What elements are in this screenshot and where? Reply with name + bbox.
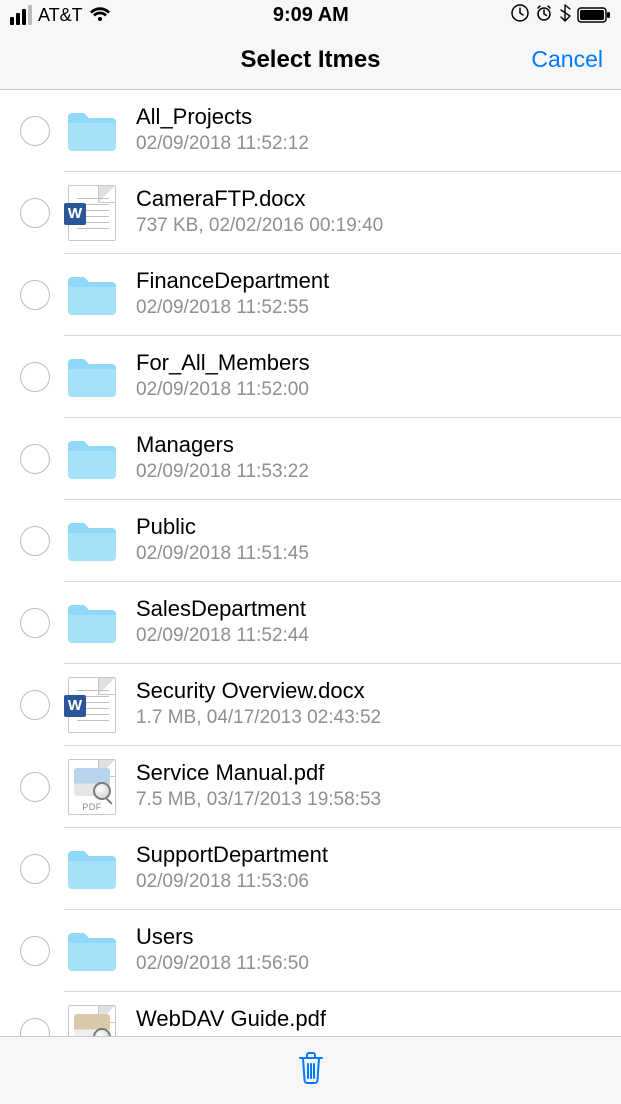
list-item[interactable]: FinanceDepartment02/09/2018 11:52:55: [0, 254, 621, 335]
nav-bar: Select Itmes Cancel: [0, 30, 621, 90]
trash-button[interactable]: [296, 1050, 326, 1091]
folder-icon: [66, 104, 118, 158]
item-subtitle: 02/09/2018 11:56:50: [136, 952, 309, 977]
select-checkbox[interactable]: [20, 608, 50, 638]
list-item[interactable]: W CameraFTP.docx737 KB, 02/02/2016 00:19:…: [0, 172, 621, 253]
item-subtitle: 02/09/2018 11:52:55: [136, 296, 329, 321]
cancel-button[interactable]: Cancel: [531, 46, 603, 73]
item-list[interactable]: All_Projects02/09/2018 11:52:12 W CameraFT…: [0, 90, 621, 1036]
item-text: SalesDepartment02/09/2018 11:52:44: [136, 596, 309, 649]
item-text: WebDAV Guide.pdf25.3 MB, 03/17/2013 19:5…: [136, 1006, 392, 1036]
list-item[interactable]: W Security Overview.docx1.7 MB, 04/17/201…: [0, 664, 621, 745]
item-name: For_All_Members: [136, 350, 310, 376]
item-text: Service Manual.pdf7.5 MB, 03/17/2013 19:…: [136, 760, 381, 813]
item-name: FinanceDepartment: [136, 268, 329, 294]
list-item[interactable]: SupportDepartment02/09/2018 11:53:06: [0, 828, 621, 909]
item-text: Managers02/09/2018 11:53:22: [136, 432, 309, 485]
status-time: 9:09 AM: [273, 4, 349, 27]
page-title: Select Itmes: [240, 46, 380, 74]
folder-icon: [66, 924, 118, 978]
list-item[interactable]: Users02/09/2018 11:56:50: [0, 910, 621, 991]
item-name: CameraFTP.docx: [136, 186, 383, 212]
folder-icon: [66, 268, 118, 322]
list-item[interactable]: For_All_Members02/09/2018 11:52:00: [0, 336, 621, 417]
item-name: Public: [136, 514, 309, 540]
list-item[interactable]: PDF Service Manual.pdf7.5 MB, 03/17/2013 …: [0, 746, 621, 827]
select-checkbox[interactable]: [20, 362, 50, 392]
item-subtitle: 02/09/2018 11:53:22: [136, 460, 309, 485]
alarm-icon: [535, 4, 553, 27]
item-subtitle: 02/09/2018 11:52:00: [136, 378, 310, 403]
select-checkbox[interactable]: [20, 526, 50, 556]
item-text: FinanceDepartment02/09/2018 11:52:55: [136, 268, 329, 321]
item-name: Users: [136, 924, 309, 950]
carrier-label: AT&T: [38, 5, 83, 26]
wifi-icon: [89, 7, 111, 23]
select-checkbox[interactable]: [20, 690, 50, 720]
item-text: CameraFTP.docx737 KB, 02/02/2016 00:19:4…: [136, 186, 383, 239]
item-name: Managers: [136, 432, 309, 458]
item-text: SupportDepartment02/09/2018 11:53:06: [136, 842, 328, 895]
item-text: All_Projects02/09/2018 11:52:12: [136, 104, 309, 157]
list-item[interactable]: Public02/09/2018 11:51:45: [0, 500, 621, 581]
item-subtitle: 02/09/2018 11:52:12: [136, 132, 309, 157]
folder-icon: [66, 432, 118, 486]
select-checkbox[interactable]: [20, 772, 50, 802]
item-subtitle: 737 KB, 02/02/2016 00:19:40: [136, 214, 383, 239]
item-name: All_Projects: [136, 104, 309, 130]
item-name: Security Overview.docx: [136, 678, 381, 704]
item-subtitle: 7.5 MB, 03/17/2013 19:58:53: [136, 788, 381, 813]
pdf-icon: PDF: [66, 760, 118, 814]
word-doc-icon: W: [66, 186, 118, 240]
item-text: Security Overview.docx1.7 MB, 04/17/2013…: [136, 678, 381, 731]
item-name: WebDAV Guide.pdf: [136, 1006, 392, 1032]
item-text: Public02/09/2018 11:51:45: [136, 514, 309, 567]
item-text: Users02/09/2018 11:56:50: [136, 924, 309, 977]
status-right: [511, 4, 611, 27]
item-subtitle: 02/09/2018 11:51:45: [136, 542, 309, 567]
status-left: AT&T: [10, 5, 111, 26]
select-checkbox[interactable]: [20, 854, 50, 884]
signal-icon: [10, 5, 32, 25]
pdf-icon: PDF: [66, 1006, 118, 1037]
bottom-toolbar: [0, 1036, 621, 1104]
item-name: SalesDepartment: [136, 596, 309, 622]
select-checkbox[interactable]: [20, 936, 50, 966]
item-name: Service Manual.pdf: [136, 760, 381, 786]
select-checkbox[interactable]: [20, 280, 50, 310]
folder-icon: [66, 842, 118, 896]
item-name: SupportDepartment: [136, 842, 328, 868]
bluetooth-icon: [559, 4, 571, 27]
list-item[interactable]: All_Projects02/09/2018 11:52:12: [0, 90, 621, 171]
folder-icon: [66, 514, 118, 568]
item-text: For_All_Members02/09/2018 11:52:00: [136, 350, 310, 403]
select-checkbox[interactable]: [20, 444, 50, 474]
list-item[interactable]: Managers02/09/2018 11:53:22: [0, 418, 621, 499]
folder-icon: [66, 596, 118, 650]
list-item[interactable]: PDF WebDAV Guide.pdf25.3 MB, 03/17/2013 1…: [0, 992, 621, 1036]
item-subtitle: 1.7 MB, 04/17/2013 02:43:52: [136, 706, 381, 731]
battery-icon: [577, 7, 611, 23]
select-checkbox[interactable]: [20, 198, 50, 228]
select-checkbox[interactable]: [20, 1018, 50, 1037]
status-bar: AT&T 9:09 AM: [0, 0, 621, 30]
orientation-lock-icon: [511, 4, 529, 27]
item-subtitle: 02/09/2018 11:53:06: [136, 870, 328, 895]
word-doc-icon: W: [66, 678, 118, 732]
folder-icon: [66, 350, 118, 404]
item-subtitle: 02/09/2018 11:52:44: [136, 624, 309, 649]
list-item[interactable]: SalesDepartment02/09/2018 11:52:44: [0, 582, 621, 663]
select-checkbox[interactable]: [20, 116, 50, 146]
